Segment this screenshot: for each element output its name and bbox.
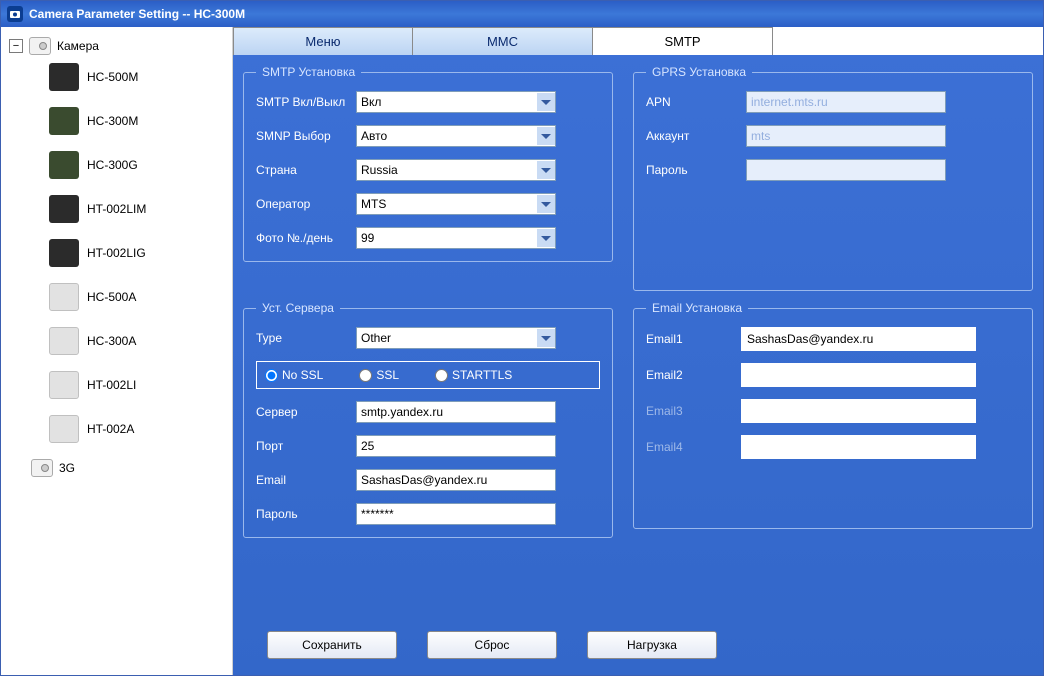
ssl-opt-nossl[interactable]: No SSL	[265, 368, 323, 382]
device-thumb-icon	[49, 283, 79, 311]
tree-item-hc-300m[interactable]: HC-300M	[45, 105, 228, 137]
device-thumb-icon	[49, 239, 79, 267]
footer-buttons: Сохранить Сброс Нагрузка	[243, 613, 1033, 667]
camera-icon	[31, 459, 53, 477]
email-legend: Email Установка	[646, 301, 748, 315]
type-label: Type	[256, 331, 356, 345]
tree-item-hc-300g[interactable]: HC-300G	[45, 149, 228, 181]
port-label: Порт	[256, 439, 356, 453]
ssl-radio-starttls[interactable]	[435, 369, 448, 382]
tab-smtp[interactable]: SMTP	[593, 27, 773, 55]
titlebar-text: Camera Parameter Setting -- HC-300M	[29, 7, 245, 21]
app-icon	[7, 6, 23, 22]
operator-select[interactable]: MTS	[356, 193, 556, 215]
app-window: Camera Parameter Setting -- HC-300M − Ка…	[0, 0, 1044, 676]
email2-input[interactable]	[741, 363, 976, 387]
smtp-enable-label: SMTP Вкл/Выкл	[256, 95, 356, 109]
tabs: Меню MMC SMTP	[233, 27, 1043, 55]
email4-input[interactable]	[741, 435, 976, 459]
email2-label: Email2	[646, 368, 741, 382]
email3-input[interactable]	[741, 399, 976, 423]
smtp-group: SMTP Установка SMTP Вкл/Выкл Вкл SMNP Вы…	[243, 65, 613, 262]
smnp-select[interactable]: Авто	[356, 125, 556, 147]
tab-mmc[interactable]: MMC	[413, 27, 593, 55]
smtp-legend: SMTP Установка	[256, 65, 361, 79]
photos-label: Фото №./день	[256, 231, 356, 245]
account-input[interactable]	[746, 125, 946, 147]
type-select[interactable]: Other	[356, 327, 556, 349]
ssl-opt-ssl[interactable]: SSL	[359, 368, 399, 382]
device-thumb-icon	[49, 63, 79, 91]
device-thumb-icon	[49, 371, 79, 399]
tree-item-ht-002a[interactable]: HT-002A	[45, 413, 228, 445]
ssl-radio-nossl[interactable]	[265, 369, 278, 382]
server-input[interactable]	[356, 401, 556, 423]
gprs-password-input[interactable]	[746, 159, 946, 181]
tree-item-ht-002li[interactable]: HT-002LI	[45, 369, 228, 401]
device-thumb-icon	[49, 195, 79, 223]
load-button[interactable]: Нагрузка	[587, 631, 717, 659]
tree-item-ht-002lim[interactable]: HT-002LIM	[45, 193, 228, 225]
tab-menu[interactable]: Меню	[233, 27, 413, 55]
main-panel: Меню MMC SMTP SMTP Установка SMTP Вкл/Вы…	[233, 27, 1043, 675]
account-label: Аккаунт	[646, 129, 746, 143]
server-email-label: Email	[256, 473, 356, 487]
device-thumb-icon	[49, 327, 79, 355]
server-legend: Уст. Сервера	[256, 301, 340, 315]
smnp-label: SMNP Выбор	[256, 129, 356, 143]
server-password-input[interactable]	[356, 503, 556, 525]
operator-label: Оператор	[256, 197, 356, 211]
smtp-enable-select[interactable]: Вкл	[356, 91, 556, 113]
server-label: Сервер	[256, 405, 356, 419]
email3-label: Email3	[646, 404, 741, 418]
reset-button[interactable]: Сброс	[427, 631, 557, 659]
port-input[interactable]	[356, 435, 556, 457]
collapse-icon[interactable]: −	[9, 39, 23, 53]
server-email-input[interactable]	[356, 469, 556, 491]
save-button[interactable]: Сохранить	[267, 631, 397, 659]
country-select[interactable]: Russia	[356, 159, 556, 181]
tree-item-hc-500a[interactable]: HC-500A	[45, 281, 228, 313]
sidebar: − Камера HC-500M HC-300M HC-300G HT-002L…	[1, 27, 233, 675]
tree-item-ht-002lig[interactable]: HT-002LIG	[45, 237, 228, 269]
tree-item-hc-300a[interactable]: HC-300A	[45, 325, 228, 357]
gprs-group: GPRS Установка APN Аккаунт Пароль	[633, 65, 1033, 291]
gprs-legend: GPRS Установка	[646, 65, 752, 79]
camera-icon	[29, 37, 51, 55]
tree-children: HC-500M HC-300M HC-300G HT-002LIM HT-002…	[45, 61, 228, 445]
ssl-options: No SSL SSL STARTTLS	[256, 361, 600, 389]
gprs-password-label: Пароль	[646, 163, 746, 177]
email1-label: Email1	[646, 332, 741, 346]
body: − Камера HC-500M HC-300M HC-300G HT-002L…	[1, 27, 1043, 675]
apn-input[interactable]	[746, 91, 946, 113]
email-group: Email Установка Email1 Email2 Email3	[633, 301, 1033, 529]
tree-root-camera[interactable]: − Камера	[5, 35, 228, 57]
device-thumb-icon	[49, 107, 79, 135]
tree-root-label: Камера	[57, 39, 99, 53]
panel-content: SMTP Установка SMTP Вкл/Выкл Вкл SMNP Вы…	[233, 55, 1043, 675]
email1-input[interactable]	[741, 327, 976, 351]
email4-label: Email4	[646, 440, 741, 454]
tree-3g-label: 3G	[59, 461, 75, 475]
tree-item-hc-500m[interactable]: HC-500M	[45, 61, 228, 93]
tree-root-3g[interactable]: 3G	[27, 457, 228, 479]
server-group: Уст. Сервера Type Other No SSL SSL START…	[243, 301, 613, 538]
server-password-label: Пароль	[256, 507, 356, 521]
device-thumb-icon	[49, 415, 79, 443]
device-thumb-icon	[49, 151, 79, 179]
photos-select[interactable]: 99	[356, 227, 556, 249]
country-label: Страна	[256, 163, 356, 177]
apn-label: APN	[646, 95, 746, 109]
ssl-opt-starttls[interactable]: STARTTLS	[435, 368, 512, 382]
ssl-radio-ssl[interactable]	[359, 369, 372, 382]
titlebar: Camera Parameter Setting -- HC-300M	[1, 1, 1043, 27]
